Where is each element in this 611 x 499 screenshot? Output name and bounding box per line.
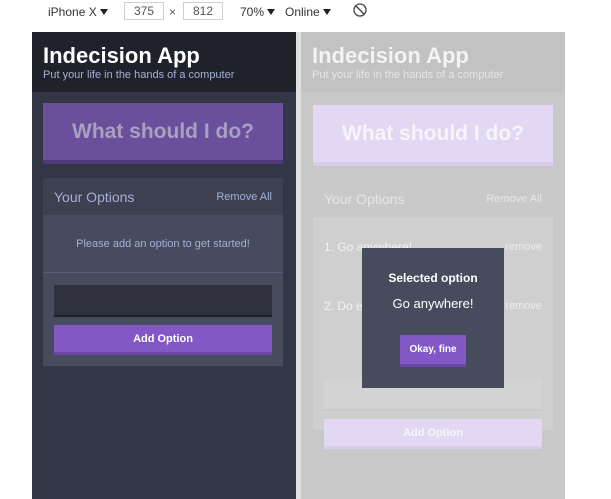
page-margin [565, 32, 611, 499]
chevron-down-icon [99, 9, 108, 15]
zoom-label: 70% [240, 5, 265, 19]
app-viewport-right: Indecision App Put your life in the hand… [301, 32, 565, 499]
app-viewport-left: Indecision App Put your life in the hand… [32, 32, 296, 499]
app-subtitle: Put your life in the hands of a computer [312, 69, 504, 81]
option-input[interactable] [54, 285, 272, 317]
add-option-button[interactable]: Add Option [324, 419, 542, 449]
options-widget: Your Options Remove All Please add an op… [43, 178, 283, 366]
what-should-i-do-button[interactable]: What should I do? [313, 105, 553, 166]
dimension-separator: × [169, 5, 177, 19]
device-toolbar: iPhone X 375 × 812 70% Online [0, 0, 611, 24]
options-header: Your Options Remove All [43, 178, 283, 215]
app-header: Indecision App Put your life in the hand… [301, 32, 565, 92]
app-title: Indecision App [43, 43, 200, 68]
chevron-down-icon [322, 9, 331, 15]
selected-option-modal: Selected option Go anywhere! Okay, fine [362, 248, 504, 388]
zoom-select[interactable]: 70% [240, 3, 276, 21]
app-header: Indecision App Put your life in the hand… [32, 32, 296, 92]
height-input[interactable]: 812 [183, 2, 223, 20]
device-label: iPhone X [48, 5, 97, 19]
options-title: Your Options [324, 190, 405, 207]
okay-fine-button[interactable]: Okay, fine [400, 335, 466, 367]
add-option-button[interactable]: Add Option [54, 325, 272, 355]
option-text: 2. Do e [324, 299, 363, 313]
what-should-i-do-button[interactable]: What should I do? [43, 103, 283, 164]
options-header: Your Options Remove All [313, 180, 553, 217]
remove-all-button[interactable]: Remove All [486, 193, 542, 205]
app-title: Indecision App [312, 43, 469, 68]
device-select[interactable]: iPhone X [48, 3, 108, 21]
option-remove-button[interactable]: remove [505, 300, 542, 312]
app-subtitle: Put your life in the hands of a computer [43, 69, 235, 81]
options-title: Your Options [54, 188, 135, 205]
network-label: Online [285, 5, 320, 19]
remove-all-button[interactable]: Remove All [216, 191, 272, 203]
rotate-icon-graphic [353, 3, 367, 17]
rotate-icon[interactable] [352, 2, 368, 20]
modal-title: Selected option [388, 271, 478, 285]
chevron-down-icon [267, 9, 276, 15]
modal-selected-option: Go anywhere! [392, 296, 474, 311]
empty-options-message: Please add an option to get started! [43, 215, 283, 273]
network-select[interactable]: Online [285, 3, 331, 21]
width-input[interactable]: 375 [124, 2, 164, 20]
option-remove-button[interactable]: remove [505, 241, 542, 253]
